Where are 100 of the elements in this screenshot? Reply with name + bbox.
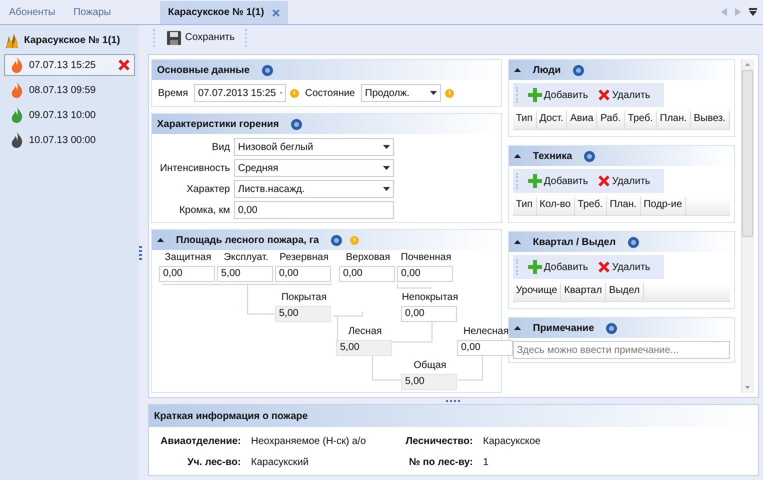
plus-icon [528,88,542,102]
info-value: Неохраняемое (Н-ск) а/о [251,436,367,447]
input-field[interactable]: 5,00 [217,266,273,282]
collapse-icon[interactable] [514,240,521,244]
collapse-icon[interactable] [514,154,521,158]
warning-icon [290,88,300,98]
field-label: Защитная [164,252,212,266]
field-label: Общая [414,360,446,374]
delete-button[interactable]: Удалить [596,87,652,104]
info-label: Уч. лес-во: [186,457,241,468]
delete-button[interactable]: Удалить [596,173,652,190]
help-icon[interactable] [606,322,618,334]
plus-icon [528,174,542,188]
field-label: Время [157,88,190,99]
delete-button[interactable]: Удалить [596,259,652,276]
info-value: Карасукское [483,436,542,447]
scroll-down-icon[interactable] [745,386,750,390]
collapse-icon[interactable] [514,68,521,72]
splitter-grip-icon[interactable] [139,246,142,260]
column-header[interactable]: Треб. [624,111,657,130]
field-label: Покрытая [281,292,327,306]
info-label: Авиаотделение: [160,436,241,447]
cross-icon [598,175,610,188]
dropdown-field[interactable]: Низовой беглый [234,138,394,156]
computed-field: 5,00 [336,340,392,356]
forest-fire-icon [4,32,20,48]
help-icon[interactable] [572,64,584,76]
cross-icon [598,261,610,274]
add-button[interactable]: Добавить [526,172,590,190]
computed-field: 5,00 [401,374,457,390]
field-label: Состояние [304,88,356,99]
help-icon[interactable] [628,236,639,248]
sidebar-item[interactable]: 07.07.13 15:25 [4,54,135,76]
caret-icon [383,166,390,170]
column-header[interactable]: Треб. [574,197,607,216]
warning-icon [350,236,359,245]
date-time-field[interactable]: 07.07.2013 15:25 [194,84,286,102]
help-icon[interactable] [584,150,596,162]
column-header[interactable]: Кол-во [536,197,575,216]
sidebar-item[interactable]: 09.07.13 10:00 [4,104,135,126]
column-header[interactable]: Раб. [597,111,625,130]
column-header[interactable]: План. [656,111,691,130]
column-header[interactable]: Тип [512,197,537,216]
close-icon[interactable] [272,8,280,16]
field-label: Лесная [348,326,382,340]
input-field[interactable]: 0,00 [159,266,215,282]
note-field[interactable]: Здесь можно ввести примечание... [512,341,730,360]
field-label: Почвенная [400,252,452,266]
field-label: Интенсивность [158,162,230,174]
field-label: Непокрытая [402,292,458,306]
field-label: Эксплуат. [224,252,268,266]
input-field[interactable]: 0,00 [457,340,513,356]
field-label: Кромка, км [178,204,230,216]
help-icon[interactable] [291,118,302,130]
scroll-up-icon[interactable] [745,63,750,66]
delete-icon[interactable] [118,59,130,71]
tab[interactable]: Абоненты [0,7,64,24]
splitter-grip-icon[interactable] [446,400,462,402]
column-header[interactable]: Тип [512,111,537,130]
info-value: 1 [483,457,490,468]
column-header[interactable]: Подр-ие [640,197,686,216]
help-icon[interactable] [330,234,342,246]
input-field[interactable]: 0,00 [275,266,331,282]
dropdown-field[interactable]: Листв.насажд. [234,180,394,198]
collapse-icon[interactable] [514,326,521,330]
tab[interactable]: Пожары [64,7,120,24]
input-field[interactable]: 0,00 [234,201,394,220]
column-header[interactable]: Урочище [512,283,562,302]
warning-icon [445,88,454,98]
tab[interactable]: Карасукское № 1(1) [160,1,288,24]
column-header[interactable]: Авиа [567,111,598,130]
field-label: Верховая [346,252,390,266]
save-button[interactable]: Сохранить [163,28,239,48]
field-label: Характер [186,184,230,195]
input-field[interactable]: 0,00 [397,266,453,282]
add-button[interactable]: Добавить [526,86,590,104]
column-header[interactable]: Дост. [536,111,568,130]
info-label: № по лес-ву: [408,457,473,468]
field-label: Вид [210,142,230,153]
caret-icon [383,187,390,192]
help-icon[interactable] [262,64,273,76]
add-button[interactable]: Добавить [526,258,590,276]
input-field[interactable]: 0,00 [401,306,457,322]
column-header[interactable]: Вывез. [690,111,730,130]
dropdown-icon[interactable] [749,8,757,16]
state-dropdown[interactable]: Продолж. [361,84,441,102]
sidebar-item[interactable]: 08.07.13 09:59 [4,79,135,101]
caret-icon [383,145,390,150]
sidebar-item[interactable]: 10.07.13 00:00 [4,129,135,151]
computed-field: 5,00 [275,306,331,322]
column-header[interactable]: Квартал [561,283,606,302]
scrollbar-thumb[interactable] [742,70,754,238]
field-label: Нелесная [463,326,509,340]
column-header[interactable]: План. [606,197,641,216]
plus-icon [528,260,542,274]
column-header[interactable]: Выдел [606,283,644,302]
input-field[interactable]: 0,00 [339,266,395,282]
dropdown-field[interactable]: Средняя [234,159,394,178]
cross-icon [598,89,610,102]
collapse-icon[interactable] [157,238,164,242]
